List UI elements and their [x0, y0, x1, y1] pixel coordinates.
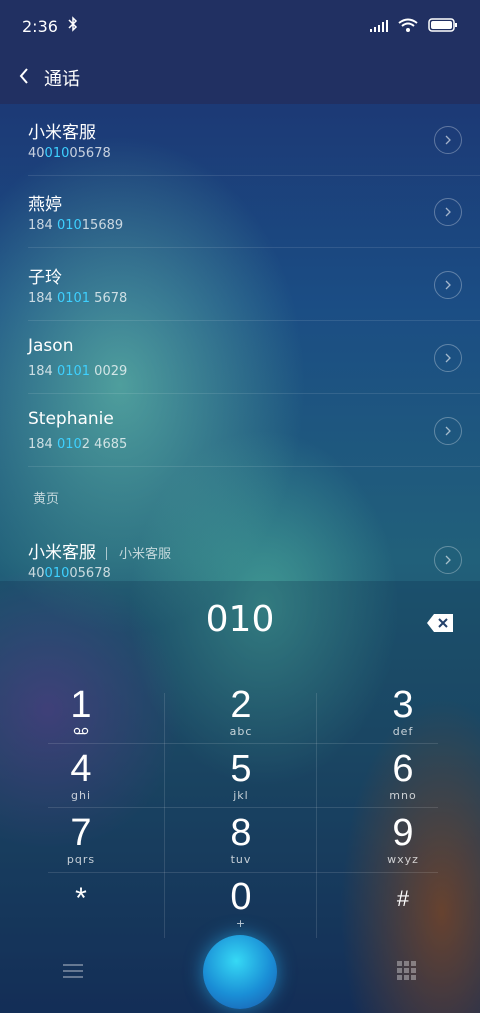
chevron-right-icon[interactable] — [434, 126, 462, 154]
status-bar: 2:36 — [0, 0, 480, 52]
key-1[interactable]: 1 — [6, 685, 156, 749]
contact-row[interactable]: 燕婷 184 01015689 — [28, 176, 480, 248]
chevron-right-icon[interactable] — [434, 344, 462, 372]
status-icons — [370, 17, 458, 36]
back-icon[interactable] — [18, 66, 30, 90]
contact-row[interactable]: Jason 184 0101 0029 — [28, 322, 480, 394]
chevron-right-icon[interactable] — [434, 417, 462, 445]
key-7[interactable]: 7 pqrs — [6, 813, 156, 877]
bottom-bar — [0, 935, 480, 1013]
chevron-right-icon[interactable] — [434, 198, 462, 226]
contact-number: 184 0101 0029 — [28, 364, 128, 379]
app-header: 通话 — [0, 52, 480, 104]
contact-name: Jason — [28, 336, 74, 356]
battery-icon — [428, 17, 458, 36]
status-time: 2:36 — [22, 16, 58, 36]
contact-row[interactable]: Stephanie 184 0102 4685 — [28, 395, 480, 467]
contact-number: 184 0101 5678 — [28, 291, 128, 306]
voicemail-icon — [6, 725, 156, 738]
key-0[interactable]: 0 + — [166, 877, 316, 941]
contact-name: 燕婷 — [28, 195, 62, 215]
yellow-page-subtitle: 小米客服 — [119, 547, 172, 562]
signal-icon — [370, 17, 388, 36]
dial-input[interactable]: 010 — [0, 599, 480, 640]
key-8[interactable]: 8 tuv — [166, 813, 316, 877]
call-button[interactable] — [203, 935, 277, 1009]
key-6[interactable]: 6 mno — [328, 749, 478, 813]
contact-row[interactable]: 子玲 184 0101 5678 — [28, 249, 480, 321]
contact-number: 4001005678 — [28, 146, 111, 161]
page-title: 通话 — [44, 69, 80, 90]
contact-row[interactable]: 小米客服 4001005678 — [28, 104, 480, 176]
key-5[interactable]: 5 jkl — [166, 749, 316, 813]
menu-icon[interactable] — [63, 963, 83, 979]
chevron-right-icon[interactable] — [434, 271, 462, 299]
key-star[interactable]: * — [6, 879, 156, 943]
yellow-page-name-line: 小米客服 小米客服 — [28, 543, 172, 563]
contact-name: 小米客服 — [28, 123, 96, 143]
contact-name: 子玲 — [28, 268, 62, 288]
search-results: 小米客服 4001005678 燕婷 184 01015689 子玲 184 0… — [0, 104, 480, 581]
backspace-icon[interactable] — [426, 613, 454, 633]
yellow-page-number: 4001005678 — [28, 566, 111, 581]
key-hash[interactable]: # — [328, 879, 478, 943]
key-4[interactable]: 4 ghi — [6, 749, 156, 813]
contact-name: Stephanie — [28, 409, 114, 429]
chevron-right-icon[interactable] — [434, 546, 462, 574]
key-2[interactable]: 2 abc — [166, 685, 316, 749]
key-9[interactable]: 9 wxyz — [328, 813, 478, 877]
bluetooth-icon — [68, 16, 78, 36]
keypad-icon[interactable] — [397, 961, 417, 981]
contact-number: 184 01015689 — [28, 218, 124, 233]
wifi-icon — [398, 17, 418, 36]
section-label-yellow-pages: 黄页 — [33, 492, 60, 507]
contact-number: 184 0102 4685 — [28, 437, 128, 452]
key-3[interactable]: 3 def — [328, 685, 478, 749]
